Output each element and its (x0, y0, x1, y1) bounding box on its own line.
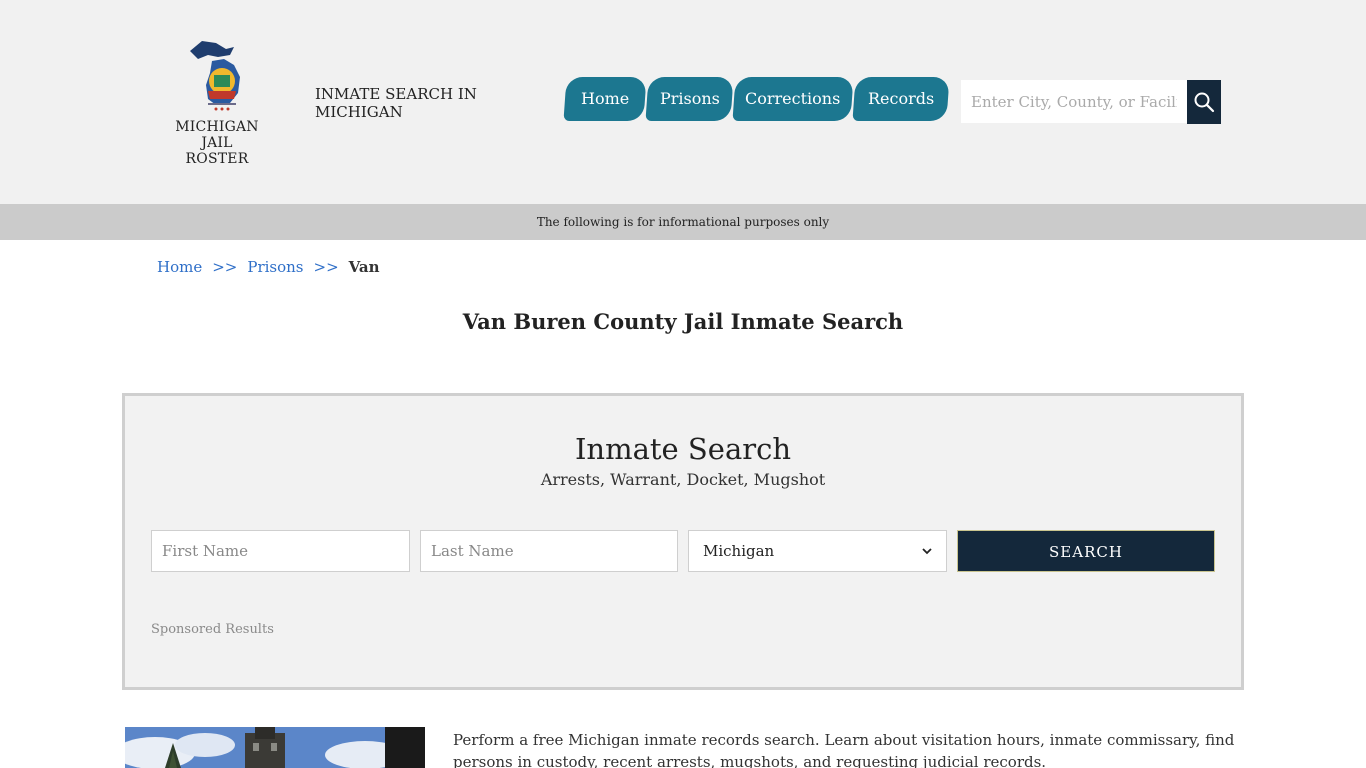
info-bar: The following is for informational purpo… (0, 204, 1366, 240)
breadcrumb-home[interactable]: Home (157, 257, 202, 277)
inmate-search-panel: Inmate Search Arrests, Warrant, Docket, … (122, 393, 1244, 690)
search-submit-button[interactable]: SEARCH (957, 530, 1215, 572)
state-select[interactable]: Michigan (688, 530, 947, 572)
nav-home[interactable]: Home (563, 77, 647, 121)
breadcrumb-separator: >> (313, 258, 339, 276)
sponsored-results-label: Sponsored Results (151, 622, 274, 637)
logo-line-1: MICHIGAN (175, 119, 259, 135)
nav-records[interactable]: Records (852, 77, 950, 121)
last-name-input[interactable] (420, 530, 678, 572)
logo-line-2: JAIL ROSTER (185, 135, 249, 167)
nav-records-label: Records (867, 89, 935, 108)
breadcrumb-current: Van (348, 258, 380, 276)
site-logo[interactable]: MICHIGAN JAIL ROSTER (168, 33, 266, 167)
nav-corrections[interactable]: Corrections (732, 77, 854, 121)
page-title: Van Buren County Jail Inmate Search (462, 309, 904, 334)
intro-paragraph: Perform a free Michigan inmate records s… (453, 731, 1235, 768)
chevron-down-icon (922, 548, 932, 555)
site-header: MICHIGAN JAIL ROSTER INMATE SEARCH IN MI… (0, 0, 1366, 204)
breadcrumb-separator: >> (212, 258, 238, 276)
nav-corrections-label: Corrections (745, 89, 841, 108)
panel-title: Inmate Search (574, 432, 792, 466)
panel-subtitle: Arrests, Warrant, Docket, Mugshot (540, 470, 826, 489)
main-nav: Home Prisons Corrections Records (563, 77, 950, 121)
photo-illustration (125, 727, 425, 768)
nav-prisons[interactable]: Prisons (645, 77, 734, 121)
breadcrumb-prisons[interactable]: Prisons (247, 257, 303, 277)
breadcrumb: Home >> Prisons >> Van (157, 257, 380, 277)
nav-prisons-label: Prisons (659, 89, 720, 108)
michigan-map-icon (190, 41, 240, 111)
facility-search-input[interactable] (961, 80, 1187, 123)
search-icon (1194, 92, 1215, 113)
nav-home-label: Home (580, 89, 630, 108)
state-select-value: Michigan (703, 542, 775, 560)
facility-search-button[interactable] (1187, 80, 1221, 124)
jail-building-photo (125, 727, 425, 768)
site-title[interactable]: INMATE SEARCH IN MICHIGAN (315, 85, 495, 121)
first-name-input[interactable] (151, 530, 410, 572)
logo-text: MICHIGAN JAIL ROSTER (168, 119, 266, 167)
